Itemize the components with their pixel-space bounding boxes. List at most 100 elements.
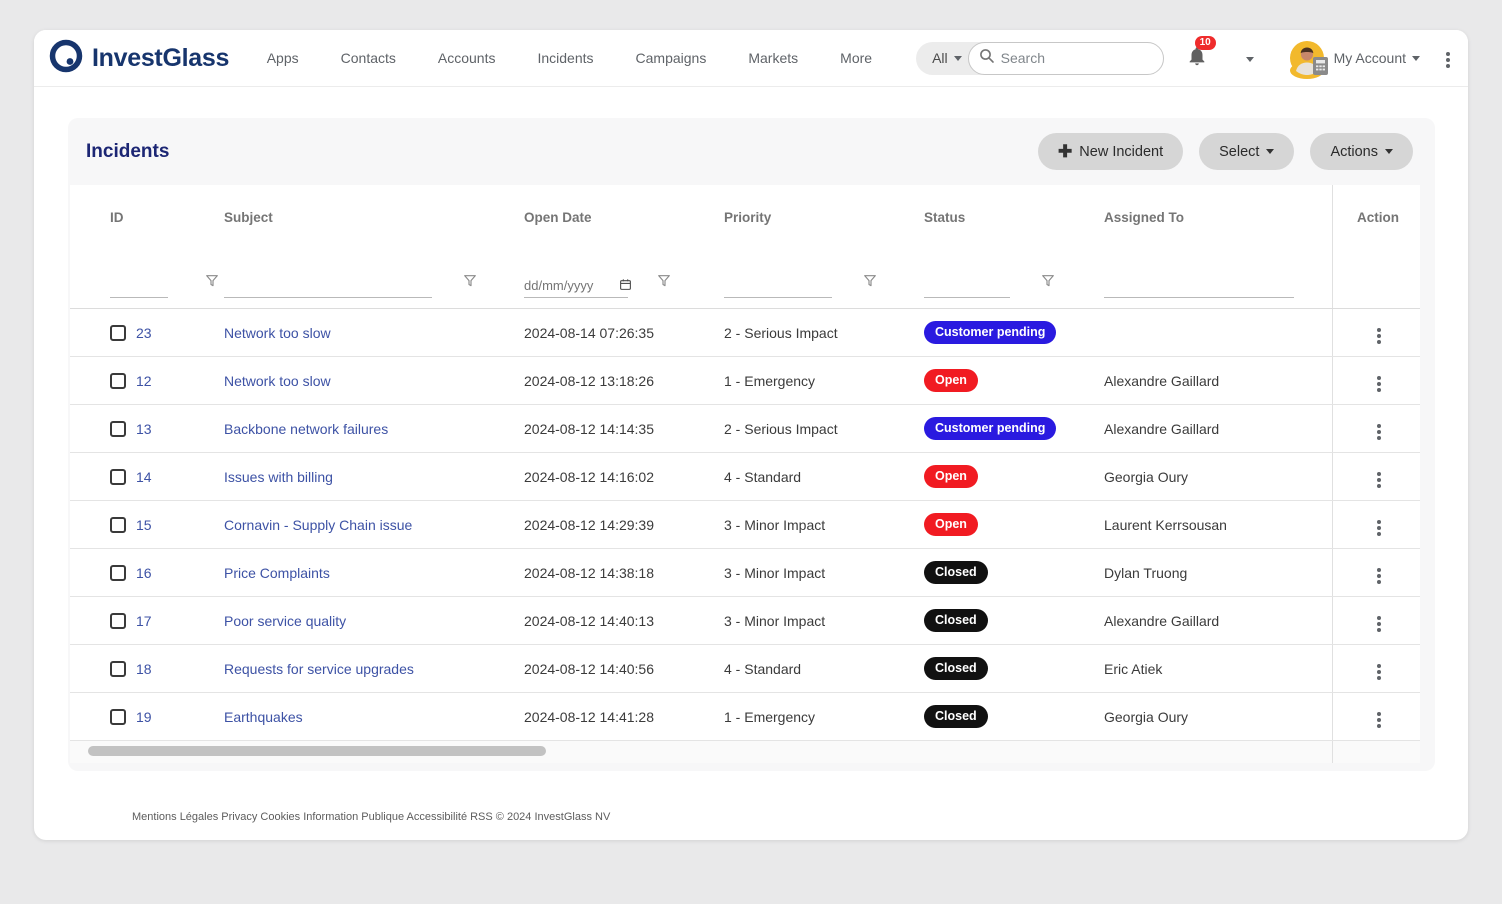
row-checkbox[interactable] xyxy=(110,469,126,485)
incident-id-link[interactable]: 17 xyxy=(136,613,152,629)
nav-item-contacts[interactable]: Contacts xyxy=(341,50,396,66)
action-cell xyxy=(1332,645,1420,692)
row-checkbox[interactable] xyxy=(110,325,126,341)
id-cell: 12 xyxy=(70,373,220,389)
assigned-to: Alexandre Gaillard xyxy=(1100,613,1332,629)
row-menu-button[interactable] xyxy=(1371,319,1387,347)
select-button[interactable]: Select xyxy=(1199,133,1294,170)
id-cell: 18 xyxy=(70,661,220,677)
status-filter-input[interactable] xyxy=(924,278,1010,293)
subject-cell: Poor service quality xyxy=(220,613,520,629)
filter-funnel-icon[interactable] xyxy=(862,273,878,294)
scrollbar-thumb[interactable] xyxy=(88,746,546,756)
my-account-menu[interactable]: My Account xyxy=(1334,50,1420,66)
incident-id-link[interactable]: 19 xyxy=(136,709,152,725)
open-date: 2024-08-12 14:40:56 xyxy=(520,661,720,677)
panel-header: Incidents ✚ New Incident Select Actions xyxy=(68,118,1435,185)
nav-item-more[interactable]: More xyxy=(840,50,872,66)
status-cell: Closed xyxy=(920,561,1100,584)
priority-filter-input[interactable] xyxy=(724,278,832,293)
incident-subject-link[interactable]: Cornavin - Supply Chain issue xyxy=(224,517,412,533)
row-checkbox[interactable] xyxy=(110,421,126,437)
table-row: 12Network too slow2024-08-12 13:18:261 -… xyxy=(70,357,1420,405)
row-checkbox[interactable] xyxy=(110,565,126,581)
header-status: Status xyxy=(920,210,1100,225)
brand-logo[interactable]: InvestGlass xyxy=(48,38,229,79)
panel-actions: ✚ New Incident Select Actions xyxy=(1038,133,1413,170)
id-cell: 16 xyxy=(70,565,220,581)
row-menu-button[interactable] xyxy=(1371,511,1387,539)
nav-item-incidents[interactable]: Incidents xyxy=(537,50,593,66)
incident-subject-link[interactable]: Poor service quality xyxy=(224,613,346,629)
chevron-down-icon xyxy=(954,56,962,61)
nav-item-markets[interactable]: Markets xyxy=(748,50,798,66)
row-menu-button[interactable] xyxy=(1371,559,1387,587)
top-navbar: InvestGlass Apps Contacts Accounts Incident… xyxy=(34,30,1468,87)
incident-id-link[interactable]: 23 xyxy=(136,325,152,341)
row-menu-button[interactable] xyxy=(1371,415,1387,443)
incident-subject-link[interactable]: Backbone network failures xyxy=(224,421,388,437)
kebab-icon xyxy=(1377,526,1381,530)
id-filter-input[interactable] xyxy=(110,278,168,293)
open-date: 2024-08-12 14:41:28 xyxy=(520,709,720,725)
header-action: Action xyxy=(1332,185,1420,249)
subject-cell: Requests for service upgrades xyxy=(220,661,520,677)
row-menu-button[interactable] xyxy=(1371,463,1387,491)
incident-id-link[interactable]: 13 xyxy=(136,421,152,437)
assigned-to: Alexandre Gaillard xyxy=(1100,373,1332,389)
row-checkbox[interactable] xyxy=(110,373,126,389)
incident-subject-link[interactable]: Price Complaints xyxy=(224,565,330,581)
incident-id-link[interactable]: 16 xyxy=(136,565,152,581)
incident-subject-link[interactable]: Earthquakes xyxy=(224,709,303,725)
incident-id-link[interactable]: 18 xyxy=(136,661,152,677)
new-incident-button[interactable]: ✚ New Incident xyxy=(1038,133,1183,170)
kebab-icon xyxy=(1377,670,1381,674)
subject-filter-input[interactable] xyxy=(224,278,432,293)
search-input[interactable] xyxy=(1001,50,1141,66)
table-row: 16Price Complaints2024-08-12 14:38:183 -… xyxy=(70,549,1420,597)
id-cell: 14 xyxy=(70,469,220,485)
nav-item-accounts[interactable]: Accounts xyxy=(438,50,496,66)
incident-subject-link[interactable]: Requests for service upgrades xyxy=(224,661,414,677)
filter-funnel-icon[interactable] xyxy=(462,273,478,294)
kebab-icon xyxy=(1377,622,1381,626)
navbar-overflow-menu[interactable] xyxy=(1446,49,1450,67)
footer-links[interactable]: Mentions Légales Privacy Cookies Informa… xyxy=(132,811,1468,823)
incident-id-link[interactable]: 15 xyxy=(136,517,152,533)
row-checkbox[interactable] xyxy=(110,517,126,533)
calendar-icon[interactable] xyxy=(619,278,632,294)
row-menu-button[interactable] xyxy=(1371,607,1387,635)
row-menu-button[interactable] xyxy=(1371,367,1387,395)
table-header-row: ID Subject Open Date Priority Status Ass… xyxy=(70,185,1420,249)
filter-funnel-icon[interactable] xyxy=(1040,273,1056,294)
row-checkbox[interactable] xyxy=(110,613,126,629)
nav-item-campaigns[interactable]: Campaigns xyxy=(636,50,707,66)
incident-subject-link[interactable]: Network too slow xyxy=(224,373,331,389)
nav-item-apps[interactable]: Apps xyxy=(267,50,299,66)
row-menu-button[interactable] xyxy=(1371,655,1387,683)
status-cell: Closed xyxy=(920,705,1100,728)
my-account-label: My Account xyxy=(1334,50,1406,66)
incident-subject-link[interactable]: Network too slow xyxy=(224,325,331,341)
user-avatar[interactable] xyxy=(1290,41,1324,75)
chevron-down-icon xyxy=(1266,149,1274,154)
row-checkbox[interactable] xyxy=(110,709,126,725)
row-menu-button[interactable] xyxy=(1371,703,1387,731)
row-checkbox[interactable] xyxy=(110,661,126,677)
notifications-bell[interactable]: 10 xyxy=(1186,45,1208,72)
scrollbar-track[interactable] xyxy=(70,741,1332,763)
table-row: 13Backbone network failures2024-08-12 14… xyxy=(70,405,1420,453)
incident-subject-link[interactable]: Issues with billing xyxy=(224,469,333,485)
action-cell xyxy=(1332,357,1420,404)
header-id: ID xyxy=(70,210,220,225)
assigned-filter-input[interactable] xyxy=(1104,278,1294,293)
incident-id-link[interactable]: 12 xyxy=(136,373,152,389)
filter-funnel-icon[interactable] xyxy=(656,273,672,294)
date-filter-input[interactable]: dd/mm/yyyy xyxy=(524,274,628,298)
incident-id-link[interactable]: 14 xyxy=(136,469,152,485)
filter-funnel-icon[interactable] xyxy=(204,273,220,294)
actions-button[interactable]: Actions xyxy=(1310,133,1413,170)
notifications-dropdown-caret[interactable] xyxy=(1240,49,1254,67)
kebab-icon xyxy=(1377,382,1381,386)
priority: 1 - Emergency xyxy=(720,373,920,389)
